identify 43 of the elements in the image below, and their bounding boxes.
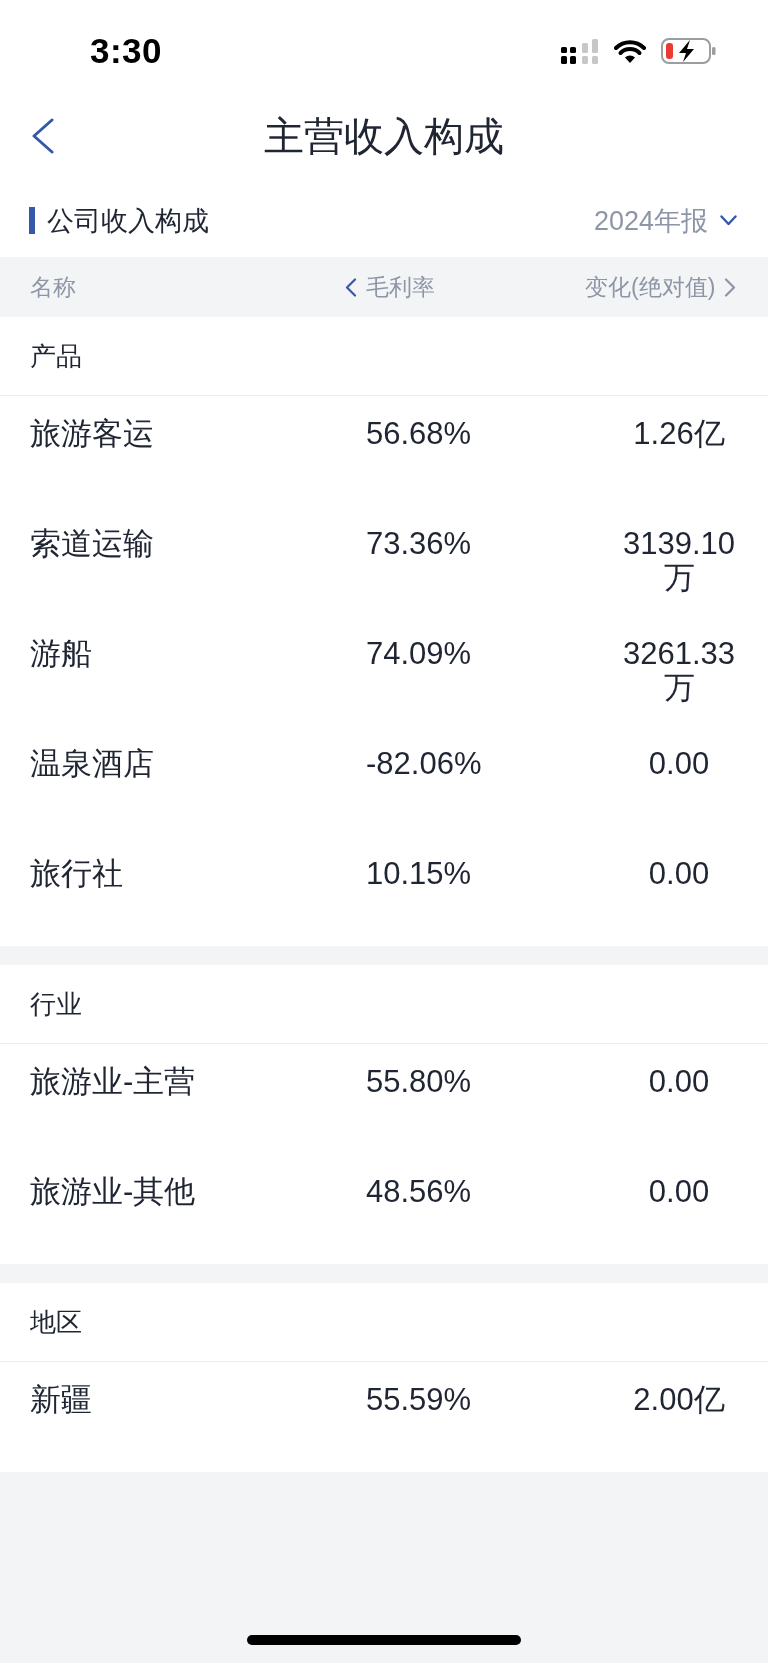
column-header-button[interactable]: 变化(绝对值) [585,271,737,303]
group-label: 产品 [30,339,82,373]
back-chevron-icon [32,118,54,154]
group-label: 行业 [30,987,82,1021]
section-title: 公司收入构成 [47,204,209,238]
item-name: 新疆 [30,1383,93,1417]
section-accent-bar [29,207,35,234]
chevron-down-icon [720,215,737,226]
change-value: 0.00 [647,1175,711,1209]
column-header: 名称 [30,272,77,302]
change-value: 1.26亿 [632,417,726,451]
item-name: 游船 [30,637,93,671]
change-value: 3261.33万 [621,637,737,705]
period-dropdown[interactable]: 2024年报 [593,202,737,239]
item-name: 旅游业-主营 [30,1065,197,1099]
back-button[interactable] [32,118,54,154]
change-value: 0.00 [647,1065,711,1099]
gross-margin-value: 10.15% [366,857,473,891]
signal-icon [561,38,599,64]
item-name: 索道运输 [30,527,155,561]
item-name: 旅游业-其他 [30,1175,197,1209]
change-value: 0.00 [647,857,711,891]
group-label: 地区 [30,1305,82,1339]
gross-margin-value: 55.59% [366,1383,473,1417]
column-header-button[interactable]: 毛利率 [345,271,435,303]
wifi-icon [614,39,646,63]
gross-margin-value: 48.56% [366,1175,473,1209]
status-time: 3:30 [90,31,163,71]
gross-margin-value: 56.68% [366,417,473,451]
change-value: 0.00 [647,747,711,781]
change-value: 2.00亿 [632,1383,726,1417]
chevron-right-icon [724,277,737,297]
gross-margin-value: 74.09% [366,637,473,671]
gross-margin-value: -82.06% [366,747,483,781]
gross-margin-value: 73.36% [366,527,473,561]
chevron-left-icon [345,277,357,297]
item-name: 旅游客运 [30,417,155,451]
battery-icon [661,38,716,64]
change-value: 3139.10万 [621,527,737,595]
item-name: 旅行社 [30,857,124,891]
page-title: 主营收入构成 [264,112,504,160]
item-name: 温泉酒店 [30,747,155,781]
gross-margin-value: 55.80% [366,1065,473,1099]
